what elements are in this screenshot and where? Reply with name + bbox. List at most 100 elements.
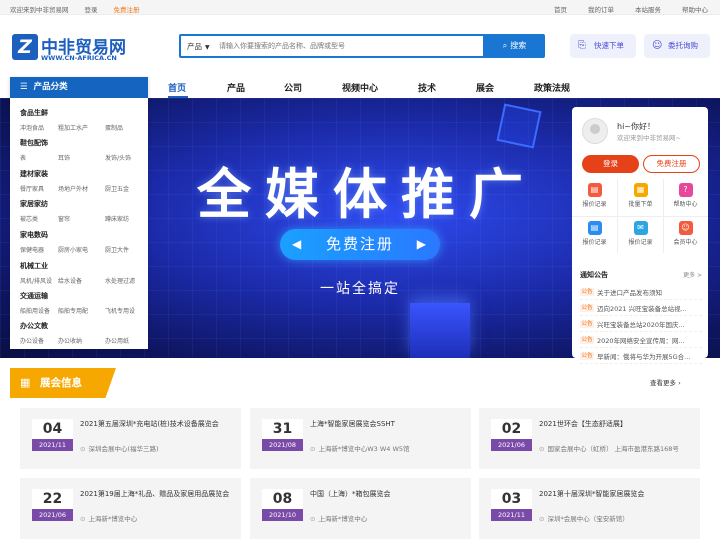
- category-group-title[interactable]: 机械工业: [20, 261, 48, 271]
- location-pin-icon: ⊙: [80, 515, 86, 523]
- event-location: ⊙ 上海新*博览中心: [310, 513, 465, 523]
- category-group-title[interactable]: 食品生鲜: [20, 108, 48, 118]
- search-button[interactable]: ⌕ 搜索: [483, 36, 543, 56]
- quick-link-quotes[interactable]: ▤ 报价记录: [572, 179, 617, 216]
- category-link[interactable]: 场地户外材: [58, 184, 88, 193]
- category-link[interactable]: 船舶专用配: [58, 306, 88, 315]
- category-link[interactable]: 厨房小家电: [58, 245, 88, 254]
- event-location: ⊙ 上海新*博览中心W3 W4 W5馆: [310, 443, 465, 453]
- category-link[interactable]: 冲泡食品: [20, 123, 44, 132]
- exhibition-card[interactable]: 02 2021/06 2021世环会【生态舒适展】 ⊙ 国家会展中心（虹桥） 上海…: [479, 408, 700, 469]
- notice-item[interactable]: 公告 2020年网络安全宣传周：网...: [580, 332, 702, 348]
- quick-link-quotes-3[interactable]: ✉ 报价记录: [618, 217, 663, 254]
- register-button[interactable]: 免费注册: [643, 155, 700, 173]
- event-location-text: 深圳*会展中心（宝安新馆）: [547, 515, 629, 523]
- nav-technology[interactable]: 技术: [418, 81, 436, 94]
- nav-companies[interactable]: 公司: [284, 81, 302, 94]
- top-register-link[interactable]: 免费注册: [114, 4, 140, 14]
- event-location-text: 上海新*博览中心: [88, 515, 138, 523]
- event-day: 22: [32, 489, 73, 509]
- category-link[interactable]: 船舶用设备: [20, 306, 50, 315]
- category-group: 家居家纺 被芯类 窗帘 蹲床家纺: [20, 199, 129, 223]
- banner-register-button[interactable]: ◀ 免费注册 ▶: [280, 229, 440, 260]
- category-link[interactable]: 保健电器: [20, 245, 44, 254]
- category-link[interactable]: 蹲床家纺: [105, 214, 129, 223]
- search-input[interactable]: [219, 36, 479, 56]
- category-group-title[interactable]: 交通运输: [20, 291, 48, 301]
- quick-order-button[interactable]: ⎘ 快速下单: [570, 34, 636, 58]
- category-group-title[interactable]: 家电数码: [20, 230, 48, 240]
- top-link-orders[interactable]: 我的订单: [588, 4, 614, 14]
- category-link[interactable]: 耳饰: [58, 153, 70, 162]
- event-title: 2021世环会【生态舒适展】: [539, 420, 627, 428]
- nav-policies[interactable]: 政策法规: [534, 81, 570, 94]
- top-link-help[interactable]: 帮助中心: [682, 4, 708, 14]
- notice-tag: 公告: [580, 304, 594, 312]
- quick-link-help[interactable]: ? 帮助中心: [663, 179, 708, 216]
- entrust-label: 委托询购: [668, 41, 698, 50]
- greeting: hi~你好！: [617, 122, 655, 131]
- notice-more-link[interactable]: 更多 >: [683, 270, 702, 279]
- arrow-left-icon: ◀: [292, 237, 304, 251]
- quick-link-member[interactable]: ☺ 会员中心: [663, 217, 708, 254]
- quick-link-quotes-2[interactable]: ▤ 报价记录: [572, 217, 617, 254]
- login-button[interactable]: 登录: [582, 155, 639, 173]
- category-link[interactable]: 风机/排风设: [20, 276, 52, 285]
- top-login-link[interactable]: 登录: [85, 4, 98, 14]
- category-link[interactable]: 办公设备: [20, 336, 44, 345]
- category-link[interactable]: 飞机专用设: [105, 306, 135, 315]
- nav-products[interactable]: 产品: [227, 81, 245, 94]
- category-link[interactable]: 厨卫大件: [105, 245, 129, 254]
- event-month: 2021/06: [32, 509, 73, 521]
- notice-item[interactable]: 公告 早新闻：俄将与华为开展5G合...: [580, 348, 702, 364]
- exhibition-card[interactable]: 31 2021/08 上海*智能家居展览会SSHT ⊙ 上海新*博览中心W3 W4…: [250, 408, 471, 469]
- notice-item[interactable]: 公告 迈向2021 兴旺宝装备总站视...: [580, 300, 702, 316]
- entrust-button[interactable]: ☺ 委托询购: [644, 34, 710, 58]
- category-link[interactable]: 办公收纳: [58, 336, 82, 345]
- chevron-down-icon: ▼: [205, 44, 210, 51]
- exhibition-card[interactable]: 04 2021/11 2021第五届深圳*充电站(桩)技术设备展览会 ⊙ 深圳会展…: [20, 408, 241, 469]
- category-link[interactable]: 给水设备: [58, 276, 82, 285]
- category-link[interactable]: 厨卫五金: [105, 184, 129, 193]
- category-group-title[interactable]: 家居家纺: [20, 199, 48, 209]
- event-title: 2021第19届上海*礼品、赠品及家居用品展览会: [80, 490, 230, 498]
- location-pin-icon: ⊙: [80, 445, 86, 453]
- site-logo[interactable]: Z 中非贸易网 WWW.CN-AFRICA.CN: [12, 34, 127, 64]
- category-link[interactable]: 被芯类: [20, 214, 38, 223]
- event-month: 2021/06: [491, 439, 532, 451]
- top-link-home[interactable]: 首页: [554, 4, 567, 14]
- category-group-title[interactable]: 鞋包配饰: [20, 138, 48, 148]
- event-location: ⊙ 深圳*会展中心（宝安新馆）: [539, 513, 694, 523]
- category-link[interactable]: 水处理过滤: [105, 276, 135, 285]
- category-link[interactable]: 餐厅家具: [20, 184, 44, 193]
- top-link-services[interactable]: 本站服务: [635, 4, 661, 14]
- search-bar: 产品▼ ⌕搜索: [179, 34, 545, 58]
- nav-exhibitions[interactable]: 展会: [476, 81, 494, 94]
- event-location-text: 深圳会展中心(福华三路): [88, 445, 159, 453]
- exhibition-card[interactable]: 22 2021/06 2021第19届上海*礼品、赠品及家居用品展览会 ⊙ 上海新…: [20, 478, 241, 539]
- chat-icon: ✉: [633, 221, 648, 235]
- category-link[interactable]: 表: [20, 153, 26, 162]
- help-icon: ?: [678, 183, 693, 197]
- category-group: 食品生鲜 冲泡食品 粗加工水产 蛋制品: [20, 108, 123, 132]
- event-month: 2021/08: [262, 439, 303, 451]
- notice-item[interactable]: 公告 兴旺宝装备总站2020年国庆...: [580, 316, 702, 332]
- nav-videos[interactable]: 视频中心: [342, 81, 378, 94]
- nav-home[interactable]: 首页: [168, 81, 186, 94]
- category-link[interactable]: 发饰/头饰: [105, 153, 131, 162]
- category-link[interactable]: 办公用纸: [105, 336, 129, 345]
- category-link[interactable]: 窗帘: [58, 214, 70, 223]
- chevron-right-icon: ›: [678, 379, 681, 387]
- notice-item[interactable]: 公告 关于进口产品发布须知: [580, 284, 702, 300]
- exhibition-card[interactable]: 03 2021/11 2021第十届深圳*智能家居展览会 ⊙ 深圳*会展中心（宝安…: [479, 478, 700, 539]
- event-month: 2021/11: [491, 509, 532, 521]
- search-category-select[interactable]: 产品 ▼: [187, 41, 210, 52]
- category-link[interactable]: 蛋制品: [105, 123, 123, 132]
- category-link[interactable]: 粗加工水产: [58, 123, 88, 132]
- category-group-title[interactable]: 办公文教: [20, 321, 48, 331]
- category-group-title[interactable]: 建材家装: [20, 169, 48, 179]
- category-title: 产品分类: [33, 82, 68, 92]
- exhibition-more-link[interactable]: 查看更多 ›: [650, 377, 681, 387]
- quick-link-bulk-order[interactable]: ▦ 批量下单: [618, 179, 663, 216]
- exhibition-card[interactable]: 08 2021/10 中国（上海）*箱包展览会 ⊙ 上海新*博览中心: [250, 478, 471, 539]
